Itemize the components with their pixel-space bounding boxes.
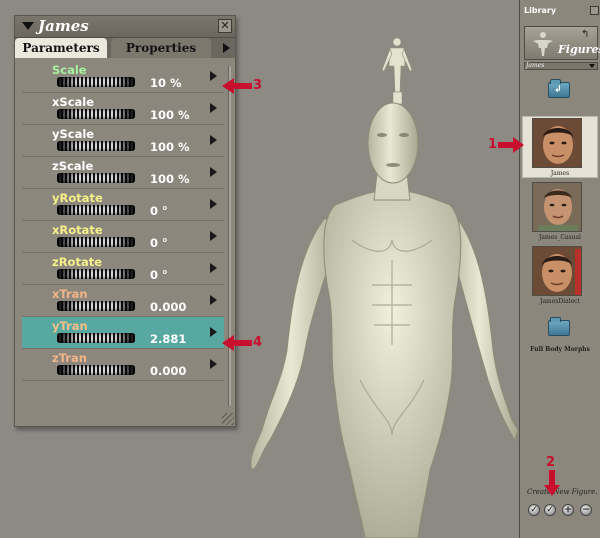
parameter-name: zRotate (52, 255, 103, 269)
parameter-dial[interactable] (57, 77, 135, 87)
parameter-dial[interactable] (57, 269, 135, 279)
parameter-row[interactable]: yRotate 0 ° (22, 189, 224, 221)
parameter-menu-arrow-icon[interactable] (210, 167, 217, 177)
parameter-dial[interactable] (57, 109, 135, 119)
parameter-dial[interactable] (57, 173, 135, 183)
parameter-value[interactable]: 0 ° (150, 268, 168, 282)
library-panel: Library ↰ Figures James ↲ James (519, 0, 600, 538)
parameter-dial[interactable] (57, 205, 135, 215)
parameter-menu-arrow-icon[interactable] (210, 263, 217, 273)
parameter-menu-arrow-icon[interactable] (210, 103, 217, 113)
parameter-dial[interactable] (57, 237, 135, 247)
dropdown-arrow-icon (589, 64, 595, 68)
tab-parameters[interactable]: Parameters (15, 38, 107, 58)
parameter-row[interactable]: yScale 100 % (22, 125, 224, 157)
parameter-dial[interactable] (57, 301, 135, 311)
parameter-menu-arrow-icon[interactable] (210, 359, 217, 369)
figure-thumbnail-label: James (550, 170, 570, 177)
parameter-name: Scale (52, 63, 87, 77)
tab-properties[interactable]: Properties (111, 38, 211, 58)
parameter-value[interactable]: 10 % (150, 76, 182, 90)
parameter-name: xScale (52, 95, 95, 109)
parameters-panel: James ✕ Parameters Properties Scale 10 % x… (14, 15, 236, 427)
parameter-menu-arrow-icon[interactable] (210, 71, 217, 81)
face-thumbnail-icon (533, 183, 581, 231)
add-to-library-button[interactable]: + (562, 504, 574, 516)
parameter-value[interactable]: 100 % (150, 172, 190, 186)
parameter-name: xRotate (52, 223, 103, 237)
callout-number: 3 (253, 78, 263, 93)
parameter-value[interactable]: 100 % (150, 108, 190, 122)
parameter-name: yScale (52, 127, 95, 141)
parameter-dial[interactable] (57, 141, 135, 151)
panel-title-bar[interactable]: James ✕ (15, 16, 235, 38)
parameter-value[interactable]: 0.000 (150, 300, 186, 314)
callout-arrow-4-icon (222, 335, 252, 351)
callout-number: 2 (546, 455, 556, 470)
up-arrow-icon: ↲ (554, 85, 562, 95)
callout-arrow-2-icon (544, 470, 560, 496)
panel-title: James (38, 17, 89, 35)
tab-menu-arrow-icon[interactable] (223, 43, 230, 53)
library-title: Library (524, 6, 557, 15)
parameter-value[interactable]: 0.000 (150, 364, 186, 378)
parameter-menu-arrow-icon[interactable] (210, 327, 217, 337)
folder-label: Full Body Morphs (530, 346, 590, 353)
resize-handle[interactable] (222, 413, 234, 425)
parameter-list: Scale 10 % xScale 100 % yScale 100 % zScale 100… (22, 61, 224, 409)
callout-number: 4 (253, 335, 263, 350)
remove-from-library-button[interactable]: − (580, 504, 592, 516)
parameter-dial[interactable] (57, 365, 135, 375)
face-thumbnail-icon (533, 247, 581, 295)
parameter-row[interactable]: zScale 100 % (22, 157, 224, 189)
callout-arrow-1-icon (498, 137, 524, 153)
library-category-button[interactable]: ↰ Figures (524, 26, 600, 60)
parameter-value[interactable]: 2.881 (150, 332, 186, 346)
parameter-name: zTran (52, 351, 87, 365)
parameter-row[interactable]: xScale 100 % (22, 93, 224, 125)
parameter-row[interactable]: xRotate 0 ° (22, 221, 224, 253)
figure-thumbnail[interactable] (532, 182, 582, 232)
scrollbar[interactable] (228, 66, 231, 406)
parameter-value[interactable]: 0 ° (150, 236, 168, 250)
parameter-row[interactable]: Scale 10 % (22, 61, 224, 93)
parameter-row[interactable]: zTran 0.000 (22, 349, 224, 381)
figure-thumbnail[interactable] (532, 118, 582, 168)
parameter-menu-arrow-icon[interactable] (210, 231, 217, 241)
parameter-menu-arrow-icon[interactable] (210, 135, 217, 145)
figure-category-icon (533, 32, 553, 56)
figure-thumbnail[interactable] (532, 246, 582, 296)
parameter-name: xTran (52, 287, 88, 301)
apply-check-button[interactable]: ✓ (528, 504, 540, 516)
parameter-row[interactable]: zRotate 0 ° (22, 253, 224, 285)
library-close-button[interactable] (590, 6, 599, 15)
back-arrow-icon[interactable]: ↰ (581, 29, 589, 40)
face-thumbnail-icon (533, 119, 581, 167)
figure-thumbnail-label: JamesDialect (540, 298, 580, 305)
parameter-name: zScale (52, 159, 94, 173)
parent-folder-icon[interactable]: ↲ (548, 79, 570, 98)
library-path-label: James (526, 62, 545, 69)
parameter-value[interactable]: 100 % (150, 140, 190, 154)
mini-figure (381, 37, 413, 105)
folder-icon[interactable] (548, 317, 570, 336)
callout-number: 1 (488, 137, 498, 152)
close-button[interactable]: ✕ (218, 19, 232, 33)
apply-double-check-button[interactable]: ✓ (544, 504, 556, 516)
parameter-dial[interactable] (57, 333, 135, 343)
figure-thumbnail-label: James_Casual (539, 234, 581, 241)
parameter-row[interactable]: yTran 2.881 (22, 317, 224, 349)
parameter-value[interactable]: 0 ° (150, 204, 168, 218)
parameter-row[interactable]: xTran 0.000 (22, 285, 224, 317)
parameter-menu-arrow-icon[interactable] (210, 295, 217, 305)
collapse-triangle-icon[interactable] (22, 22, 34, 30)
library-category-label: Figures (558, 43, 600, 56)
parameter-menu-arrow-icon[interactable] (210, 199, 217, 209)
panel-tabs: Parameters Properties (15, 38, 235, 58)
library-status-text: Create New Figure. (527, 488, 598, 496)
callout-arrow-3-icon (222, 78, 252, 94)
figure-model[interactable] (250, 37, 519, 538)
parameter-name: yTran (52, 319, 88, 333)
parameter-name: yRotate (52, 191, 103, 205)
